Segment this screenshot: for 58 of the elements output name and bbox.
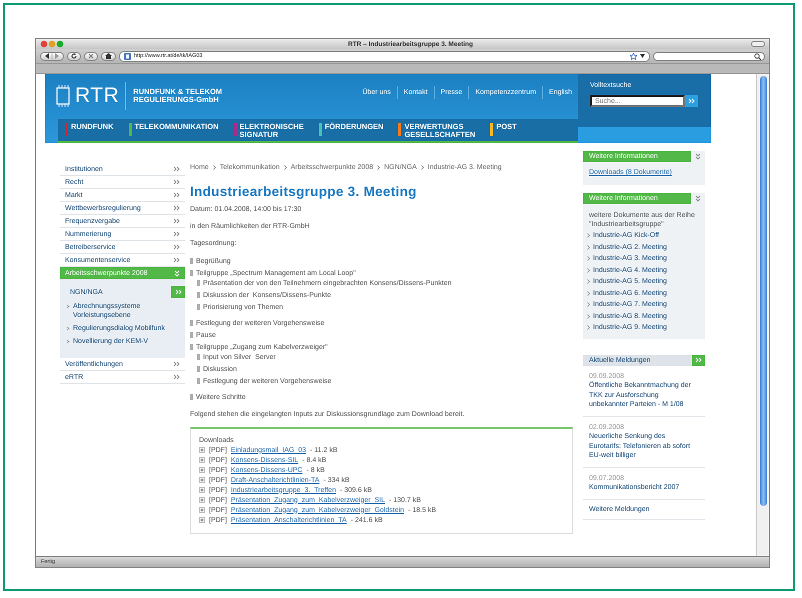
chevron-icon bbox=[587, 325, 590, 330]
page-title: Industriearbeitsgruppe 3. Meeting bbox=[190, 184, 418, 199]
bullet-icon bbox=[197, 354, 200, 360]
double-chevron-down-icon[interactable] bbox=[695, 153, 701, 160]
expand-icon[interactable] bbox=[199, 497, 205, 503]
logo-text: RTR bbox=[75, 82, 126, 110]
bullet-icon bbox=[197, 292, 200, 298]
reload-button[interactable] bbox=[67, 52, 81, 60]
chevron-icon bbox=[587, 256, 590, 262]
chevron-icon bbox=[587, 233, 590, 238]
expand-icon[interactable] bbox=[199, 507, 205, 513]
close-icon bbox=[88, 53, 94, 59]
star-icon[interactable] bbox=[630, 52, 637, 60]
back-forward-icon bbox=[44, 53, 60, 59]
bullet-icon bbox=[197, 280, 200, 286]
double-chevron-down-icon[interactable] bbox=[695, 195, 701, 202]
bullet-icon bbox=[190, 394, 193, 400]
stop-button[interactable] bbox=[84, 52, 98, 60]
chevron-icon bbox=[587, 279, 590, 284]
expand-icon[interactable] bbox=[199, 517, 205, 523]
toolbar-toggle-icon[interactable] bbox=[751, 41, 765, 47]
home-icon bbox=[105, 53, 112, 59]
back-forward-button[interactable] bbox=[40, 52, 64, 60]
bullet-icon bbox=[190, 332, 193, 338]
chip-logo-icon bbox=[55, 85, 71, 107]
bullet-chevron-icon bbox=[66, 302, 70, 311]
bullet-icon bbox=[197, 366, 200, 372]
bullet-icon bbox=[197, 378, 200, 384]
chevron-icon bbox=[587, 290, 590, 296]
chevron-icon bbox=[284, 165, 287, 170]
page-icon bbox=[124, 52, 131, 60]
search-button[interactable] bbox=[685, 95, 698, 107]
chevron-icon bbox=[212, 165, 216, 170]
expand-icon[interactable] bbox=[199, 457, 205, 463]
chevron-icon bbox=[587, 302, 590, 308]
chevron-icon bbox=[420, 165, 424, 170]
bullet-icon bbox=[190, 270, 193, 276]
home-button[interactable] bbox=[101, 52, 116, 60]
bullet-icon bbox=[197, 304, 200, 310]
bullet-icon bbox=[190, 344, 193, 350]
scrollbar[interactable] bbox=[756, 74, 769, 556]
chevron-icon bbox=[587, 314, 590, 319]
search-field[interactable] bbox=[653, 52, 765, 60]
double-chevron-icon bbox=[688, 98, 695, 104]
expand-icon[interactable] bbox=[199, 467, 205, 473]
chevron-icon bbox=[587, 268, 590, 273]
double-chevron-icon bbox=[695, 357, 702, 363]
expand-icon[interactable] bbox=[199, 447, 205, 453]
chevron-icon bbox=[377, 165, 380, 170]
bullet-icon bbox=[190, 320, 193, 326]
search-icon bbox=[754, 52, 761, 60]
dropdown-icon[interactable] bbox=[640, 54, 645, 58]
chevron-icon bbox=[587, 244, 590, 250]
expand-icon[interactable] bbox=[199, 477, 205, 483]
expand-icon[interactable] bbox=[199, 487, 205, 493]
double-chevron-icon bbox=[174, 289, 182, 295]
reload-icon bbox=[71, 53, 77, 59]
bullet-icon bbox=[190, 258, 193, 264]
